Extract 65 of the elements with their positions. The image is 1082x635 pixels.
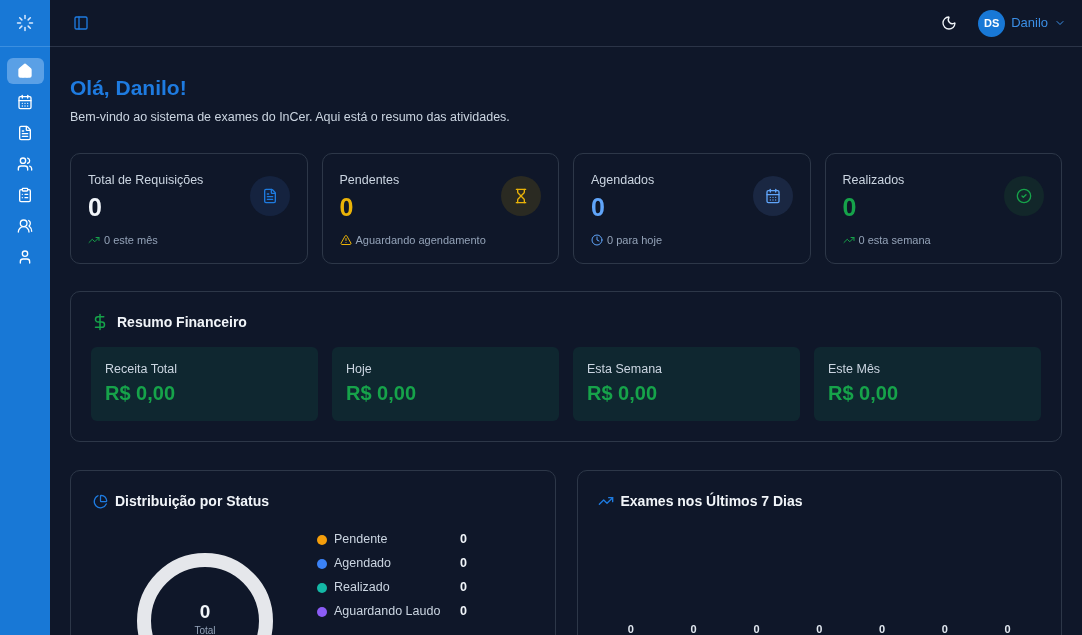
stat-label: Agendados xyxy=(591,171,656,189)
user-name: Danilo xyxy=(1011,14,1048,33)
legend-label: Agendado xyxy=(334,555,392,573)
legend-value: 0 xyxy=(460,531,467,549)
stat-note: Aguardando agendamento xyxy=(355,232,486,248)
bar-value-label: 0 xyxy=(1004,622,1011,635)
stat-value: 0 xyxy=(88,191,102,222)
bar-value-label: 0 xyxy=(690,622,697,635)
panel-title: Resumo Financeiro xyxy=(117,312,247,332)
stat-label: Realizados xyxy=(842,171,906,189)
sidebar-toggle-button[interactable] xyxy=(72,14,90,32)
user-menu-button[interactable]: DS Danilo xyxy=(978,9,1066,37)
bar-value-label: 0 xyxy=(816,622,823,635)
legend-label: Realizado xyxy=(334,579,391,597)
clipboard-icon xyxy=(17,187,33,203)
hourglass-icon xyxy=(513,187,529,204)
finance-value: R$ 0,00 xyxy=(105,380,177,406)
stat-note: 0 esta semana xyxy=(858,232,931,248)
home-icon xyxy=(17,63,33,79)
legend-label: Aguardando Laudo xyxy=(334,603,442,621)
greeting-subtitle: Bem-vindo ao sistema de exames do InCer. Aqui está o resumo das atividades. xyxy=(70,109,511,126)
panel-title: Exames nos Últimos 7 Dias xyxy=(620,491,803,511)
document-icon xyxy=(17,125,33,141)
finance-label: Receita Total xyxy=(105,360,179,378)
legend-value: 0 xyxy=(460,555,467,573)
sidebar-item[interactable] xyxy=(6,58,44,84)
bar-value-label: 0 xyxy=(627,622,634,635)
donut-total-label: Total xyxy=(194,623,216,635)
calendar-icon xyxy=(764,187,781,204)
calendar-icon xyxy=(17,94,33,110)
finance-value: R$ 0,00 xyxy=(346,380,418,406)
pie-chart-icon xyxy=(93,493,108,509)
theme-toggle-button[interactable] xyxy=(940,14,959,32)
finance-value: R$ 0,00 xyxy=(828,380,900,406)
check-circle-icon xyxy=(1016,187,1032,204)
users-icon xyxy=(17,156,33,172)
logo-icon xyxy=(16,14,34,32)
finance-label: Este Mês xyxy=(828,360,882,378)
panel-icon xyxy=(73,15,89,31)
legend-label: Pendente xyxy=(334,531,389,549)
stat-label: Pendentes xyxy=(339,171,401,189)
document-icon xyxy=(261,187,278,204)
clock-icon xyxy=(591,233,603,246)
finance-label: Hoje xyxy=(346,360,373,378)
panel-title: Distribuição por Status xyxy=(115,491,270,511)
stat-value: 0 xyxy=(591,191,605,222)
moon-icon xyxy=(941,15,958,31)
finance-label: Esta Semana xyxy=(587,360,664,378)
stat-label: Total de Requisições xyxy=(88,171,205,189)
legend-value: 0 xyxy=(460,579,467,597)
donut-total: 0 xyxy=(199,600,211,623)
bar-value-label: 0 xyxy=(753,622,760,635)
bar-value-label: 0 xyxy=(941,622,948,635)
stat-value: 0 xyxy=(339,191,354,222)
legend-value: 0 xyxy=(460,603,467,621)
avatar: DS xyxy=(978,9,1006,37)
finance-value: R$ 0,00 xyxy=(587,380,659,406)
stat-value: 0 xyxy=(842,191,857,222)
bar-value-label: 0 xyxy=(878,622,886,635)
stat-note: 0 para hoje xyxy=(607,232,663,248)
user-icon xyxy=(17,249,33,265)
stat-note: 0 este mês xyxy=(104,232,158,248)
group-icon xyxy=(17,218,33,234)
greeting-title: Olá, Danilo! xyxy=(70,75,188,101)
warning-icon xyxy=(339,233,352,246)
